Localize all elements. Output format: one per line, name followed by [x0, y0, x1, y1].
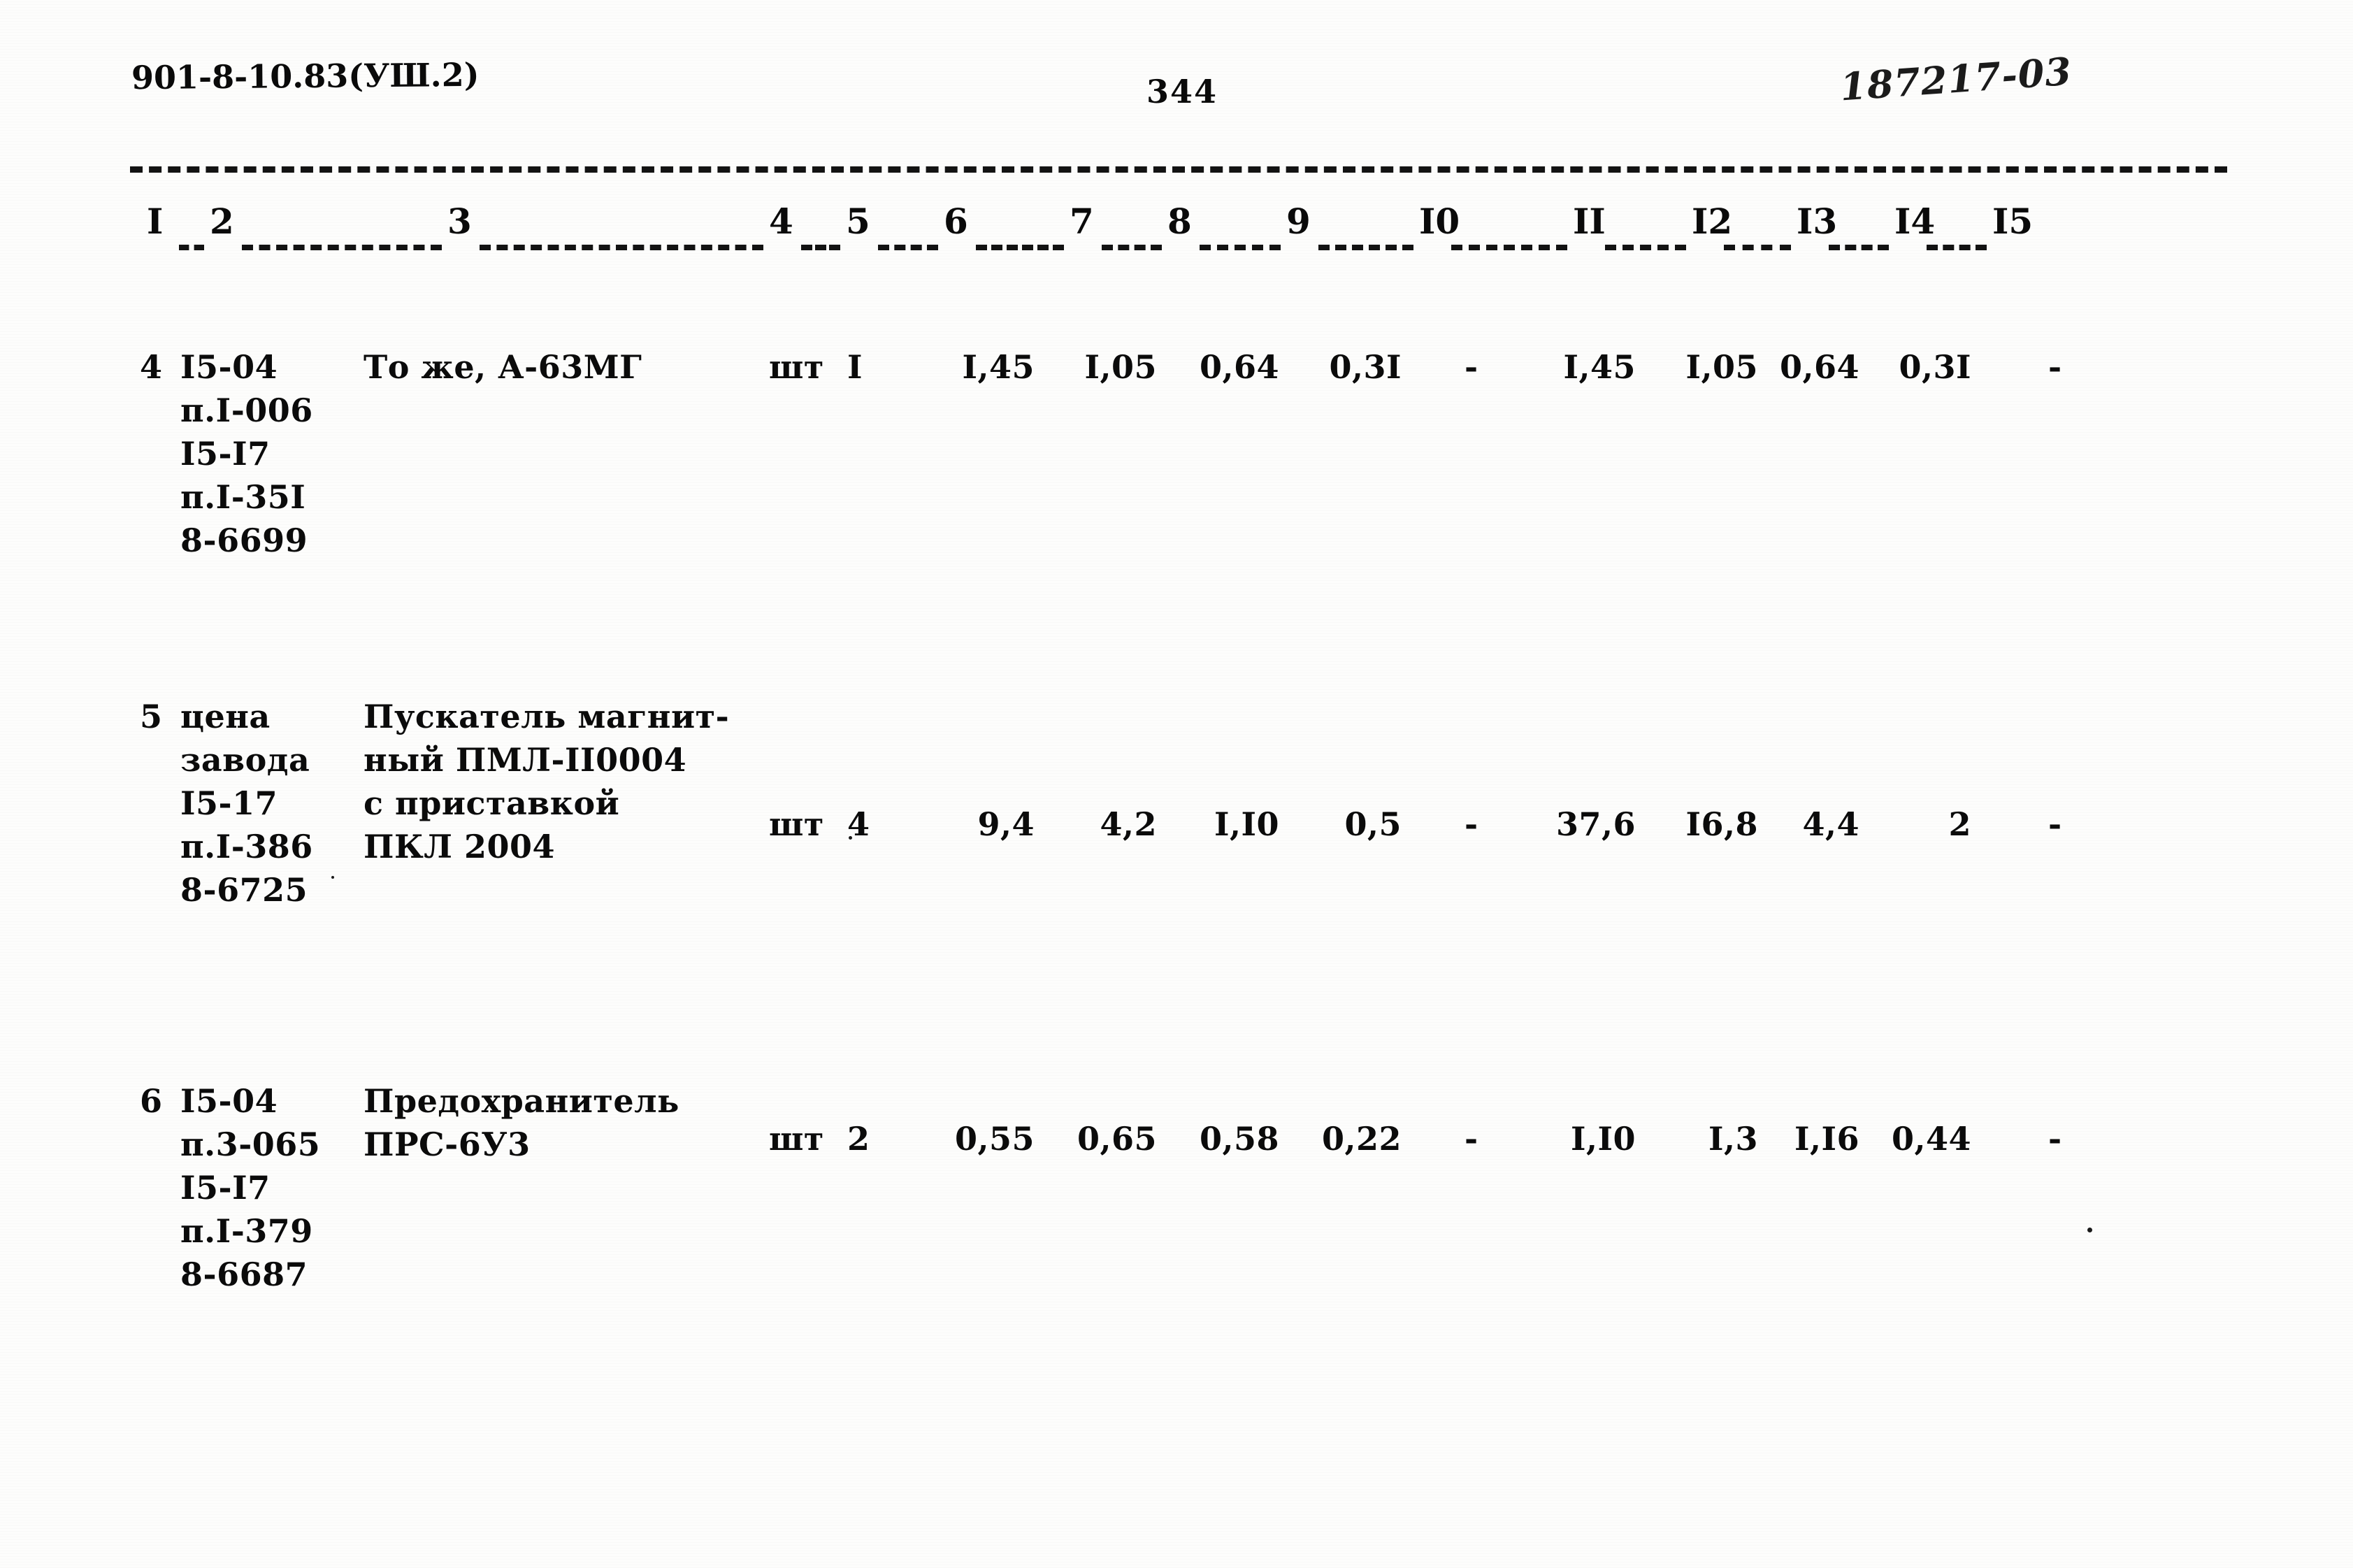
- row-5-value-10: -: [1465, 805, 1478, 843]
- row-4-reference-line: п.I-006: [180, 391, 313, 429]
- column-rule-segment: [1102, 245, 1162, 250]
- row-5-reference-line: I5-17: [180, 784, 278, 822]
- scan-speck: [849, 836, 852, 840]
- row-4-value-12: I,05: [1685, 348, 1758, 386]
- document-page: 901-8-10.83(УШ.2) 344 187217-03 I2345678…: [0, 0, 2353, 1568]
- page-number: 344: [1146, 73, 1218, 110]
- row-5-reference-line: 8-6725: [180, 871, 308, 909]
- row-5-reference-line: п.I-386: [180, 828, 313, 865]
- column-number-7: 7: [1070, 201, 1094, 242]
- row-5-value-12: I6,8: [1685, 805, 1758, 843]
- row-6-quantity: 2: [847, 1120, 870, 1158]
- document-code-header: 901-8-10.83(УШ.2): [131, 55, 480, 97]
- column-rule-segment: [801, 245, 840, 250]
- column-number-14: I4: [1894, 201, 1936, 242]
- row-6-value-13: I,I6: [1794, 1120, 1859, 1158]
- column-number-13: I3: [1797, 201, 1838, 242]
- column-rule-segment: [1318, 245, 1413, 250]
- row-4-reference-line: 8-6699: [180, 522, 308, 559]
- row-6-value-6: 0,55: [954, 1120, 1035, 1158]
- column-number-3: 3: [447, 201, 472, 242]
- row-5-reference-line: завода: [180, 741, 310, 779]
- row-6-reference-line: 8-6687: [180, 1256, 308, 1293]
- scan-speck: [2087, 1228, 2092, 1232]
- row-6-value-9: 0,22: [1321, 1120, 1402, 1158]
- row-6-value-7: 0,65: [1077, 1120, 1157, 1158]
- row-5-unit: шт: [769, 805, 824, 843]
- scan-speck: [331, 876, 334, 879]
- row-6-value-15: -: [2048, 1120, 2062, 1158]
- column-number-9: 9: [1286, 201, 1311, 242]
- row-6-value-12: I,3: [1708, 1120, 1758, 1158]
- column-number-5: 5: [846, 201, 870, 242]
- column-number-1: I: [147, 201, 164, 242]
- row-4-value-13: 0,64: [1779, 348, 1859, 386]
- row-4-reference-line: I5-04: [180, 348, 278, 386]
- row-4-value-6: I,45: [962, 348, 1035, 386]
- column-number-8: 8: [1167, 201, 1192, 242]
- row-4-reference-line: I5-I7: [180, 435, 271, 473]
- column-number-2: 2: [210, 201, 234, 242]
- row-6-value-14: 0,44: [1891, 1120, 1971, 1158]
- row-6-value-10: -: [1465, 1120, 1478, 1158]
- column-number-10: I0: [1419, 201, 1460, 242]
- row-6-reference-line: I5-I7: [180, 1169, 271, 1207]
- row-6-description-line: ПРС-6У3: [364, 1125, 531, 1163]
- row-4-ordinal: 4: [140, 348, 163, 386]
- column-rule-segment: [878, 245, 938, 250]
- row-6-reference-line: п.I-379: [180, 1212, 313, 1250]
- row-5-value-9: 0,5: [1344, 805, 1402, 843]
- column-rule-segment: [242, 245, 442, 250]
- row-6-reference-line: I5-04: [180, 1082, 278, 1120]
- row-5-description-line: ный ПМЛ-II0004: [364, 741, 687, 779]
- column-rule-segment: [1200, 245, 1281, 250]
- row-5-value-7: 4,2: [1100, 805, 1157, 843]
- row-5-value-14: 2: [1948, 805, 1971, 843]
- row-6-value-11: I,I0: [1570, 1120, 1636, 1158]
- column-number-6: 6: [944, 201, 968, 242]
- column-rule-segment: [1829, 245, 1889, 250]
- column-rule-segment: [1605, 245, 1686, 250]
- row-6-ordinal: 6: [140, 1082, 163, 1120]
- column-rule-segment: [1724, 245, 1791, 250]
- row-6-reference-line: п.3-065: [180, 1125, 321, 1163]
- row-4-unit: шт: [769, 348, 824, 386]
- column-rule-segment: [1451, 245, 1567, 250]
- row-4-value-10: -: [1465, 348, 1478, 386]
- handwritten-archive-number: 187217-03: [1838, 48, 2073, 110]
- table-top-rule: [130, 166, 2227, 173]
- row-4-value-11: I,45: [1563, 348, 1636, 386]
- row-4-value-8: 0,64: [1199, 348, 1279, 386]
- row-5-value-15: -: [2048, 805, 2062, 843]
- column-number-4: 4: [769, 201, 793, 242]
- row-4-value-9: 0,3I: [1329, 348, 1402, 386]
- row-5-value-8: I,I0: [1214, 805, 1279, 843]
- row-5-value-6: 9,4: [977, 805, 1035, 843]
- row-5-description-line: с приставкой: [364, 784, 620, 822]
- column-number-11: II: [1573, 201, 1606, 242]
- row-4-reference-line: п.I-35I: [180, 478, 306, 516]
- row-4-value-7: I,05: [1084, 348, 1157, 386]
- row-5-description-line: ПКЛ 2004: [364, 828, 556, 865]
- column-rule-segment: [480, 245, 763, 250]
- row-4-quantity: I: [847, 348, 863, 386]
- row-5-ordinal: 5: [140, 698, 163, 735]
- column-rule-segment: [976, 245, 1064, 250]
- column-number-15: I5: [1992, 201, 2034, 242]
- row-4-value-15: -: [2048, 348, 2062, 386]
- row-6-unit: шт: [769, 1120, 824, 1158]
- column-number-12: I2: [1692, 201, 1733, 242]
- row-6-description-line: Предохранитель: [364, 1082, 679, 1120]
- row-5-description-line: Пускатель магнит-: [364, 698, 730, 735]
- row-4-value-14: 0,3I: [1899, 348, 1971, 386]
- row-5-value-13: 4,4: [1802, 805, 1859, 843]
- row-5-value-11: 37,6: [1555, 805, 1636, 843]
- row-6-value-8: 0,58: [1199, 1120, 1279, 1158]
- column-rule-segment: [179, 245, 204, 250]
- row-5-reference-line: цена: [180, 698, 271, 735]
- column-rule-segment: [1927, 245, 1987, 250]
- row-4-description-line: То же, А-63МГ: [364, 348, 642, 386]
